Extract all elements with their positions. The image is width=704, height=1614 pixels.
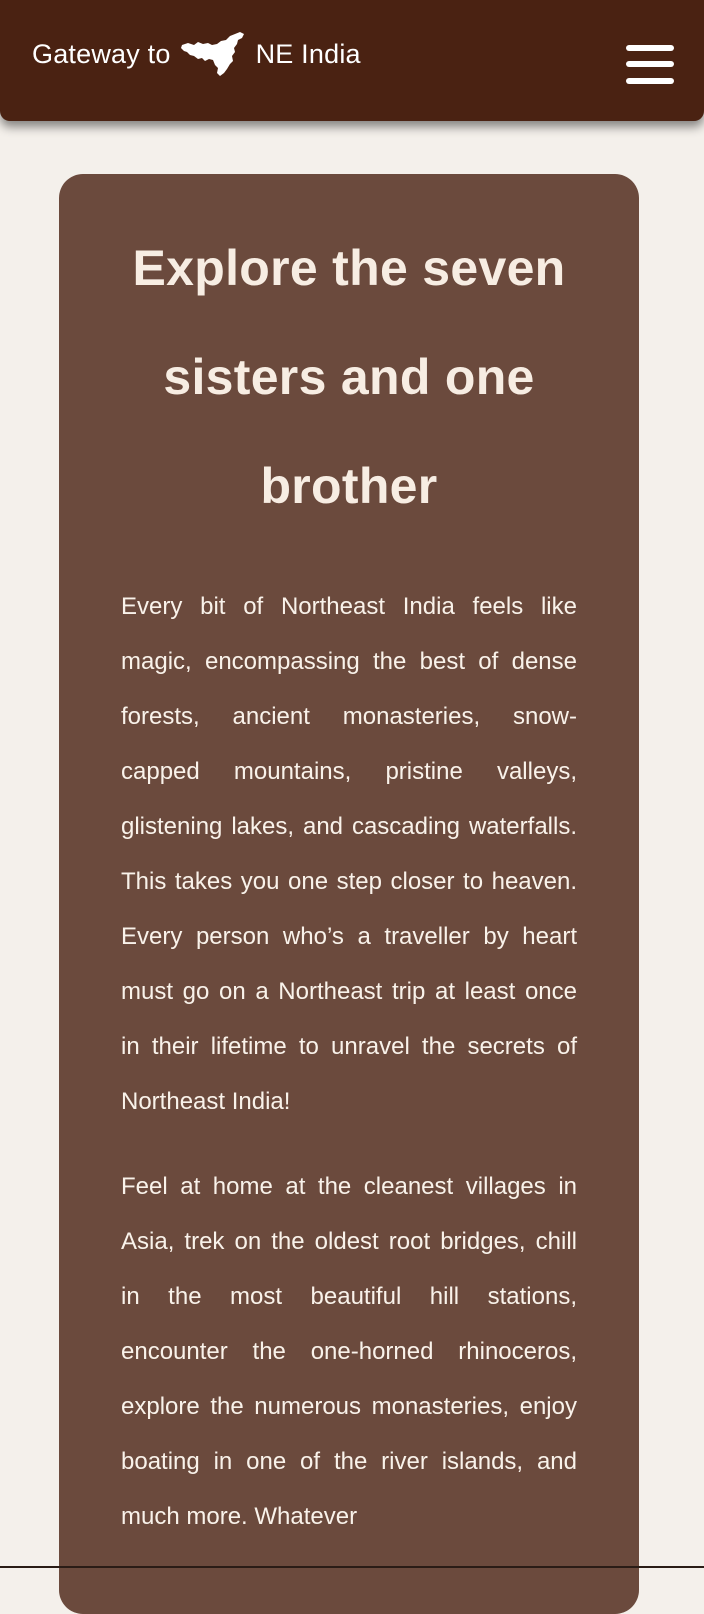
menu-bar	[626, 45, 674, 51]
northeast-india-map-icon	[180, 31, 248, 77]
top-navbar: Gateway to NE India	[0, 0, 704, 121]
viewport-bottom-divider	[0, 1566, 704, 1568]
intro-paragraph: Every bit of Northeast India feels like …	[121, 593, 577, 1115]
brand-suffix-text: NE India	[255, 38, 361, 69]
menu-bar	[626, 78, 674, 84]
brand-prefix-text: Gateway to	[32, 38, 171, 69]
page-title: Explore the seven sisters and one brothe…	[132, 240, 566, 514]
menu-bar	[626, 61, 674, 67]
brand-logo-link[interactable]: Gateway to NE India	[32, 30, 361, 78]
hamburger-menu-icon[interactable]	[624, 42, 676, 88]
activities-paragraph: Feel at home at the cleanest villages in…	[121, 1173, 577, 1530]
intro-card: Explore the seven sisters and one brothe…	[59, 174, 639, 1614]
